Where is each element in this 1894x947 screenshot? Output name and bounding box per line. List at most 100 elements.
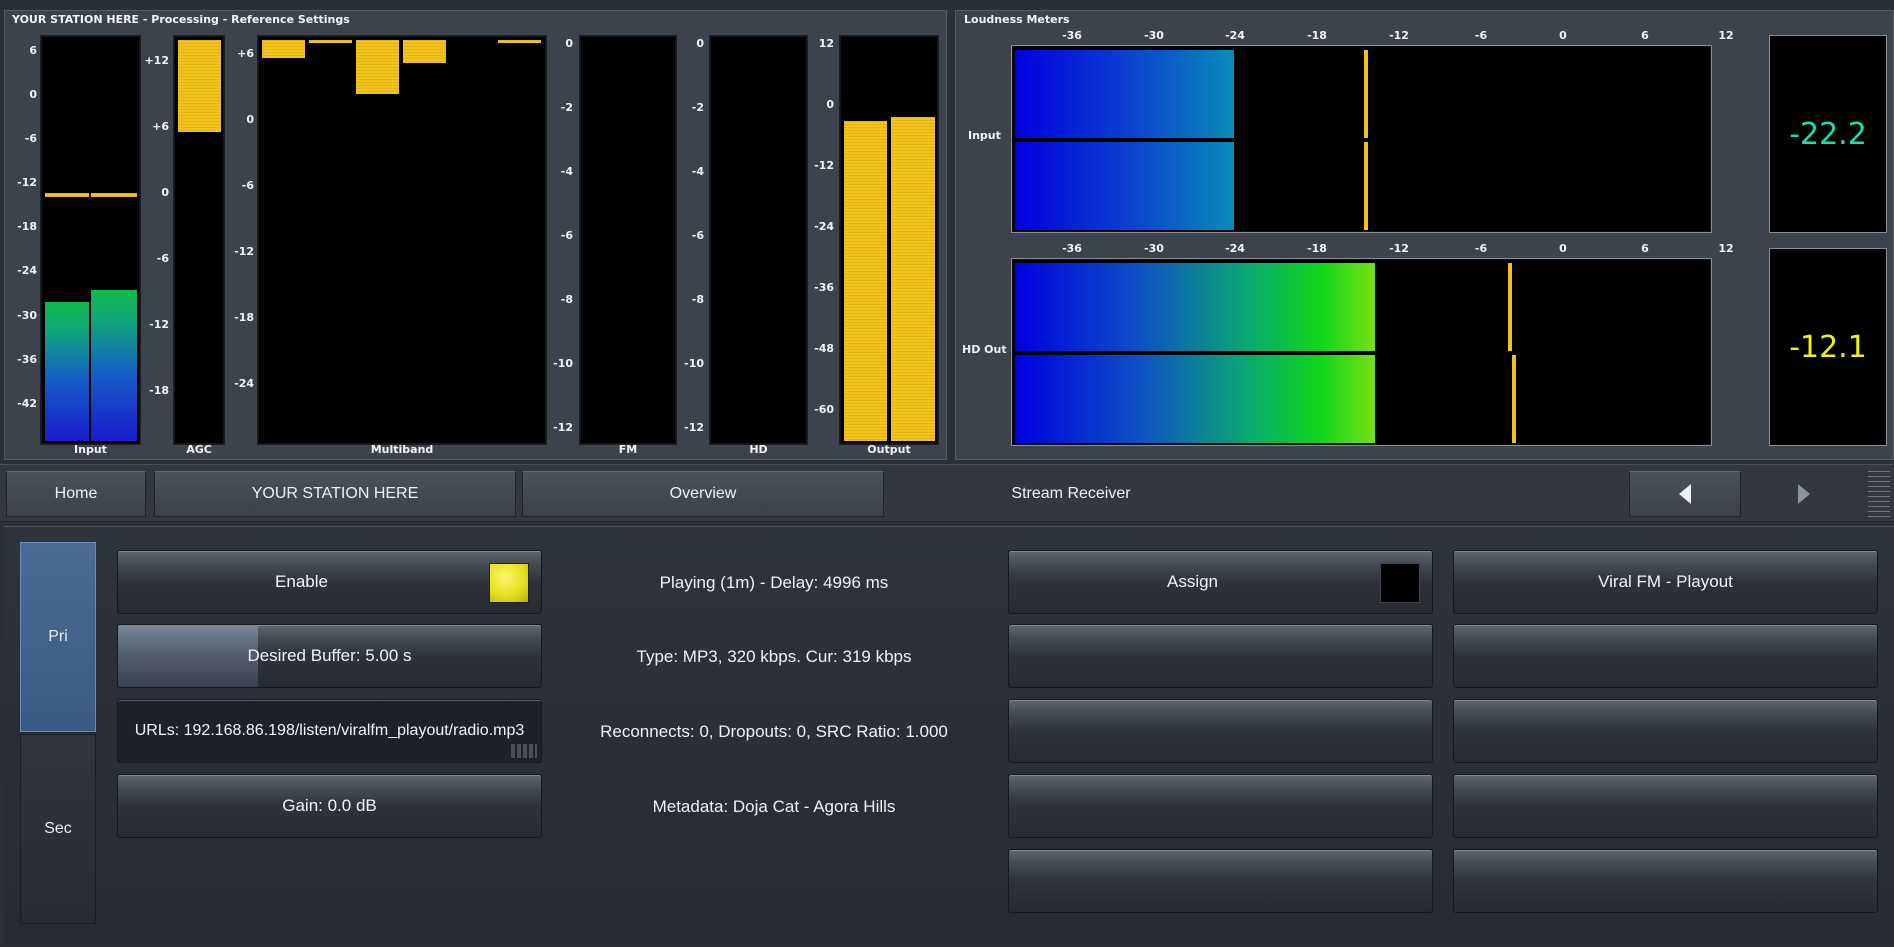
loudness-meters-panel: Loudness Meters -36 -30 -24 -18 -12 -6 0… (955, 10, 1894, 460)
arrow-right-icon (1798, 484, 1810, 504)
loudness-input-bar-left (1015, 50, 1234, 138)
loudness-hd-out-readout: -12.1 (1769, 248, 1887, 446)
fm-tick: -12 (553, 421, 573, 434)
output-meter-display (839, 35, 939, 445)
status-type: Type: MP3, 320 kbps. Cur: 319 kbps (636, 647, 912, 666)
agc-tick: +12 (144, 54, 169, 67)
urls-field[interactable]: URLs: 192.168.86.198/listen/viralfm_play… (117, 699, 542, 763)
tab-pri[interactable]: Pri (20, 542, 96, 732)
buffer-fill (118, 625, 258, 687)
input-peak-left (45, 193, 89, 197)
output-tick: 0 (826, 98, 834, 111)
loudness-scale-tick: -6 (1474, 242, 1488, 255)
fm-meter-label: FM (618, 443, 638, 456)
multiband-meter-label: Multiband (370, 443, 434, 456)
station-button[interactable]: YOUR STATION HERE (154, 471, 516, 517)
arrow-left-icon (1679, 484, 1691, 504)
fm-tick: -10 (553, 357, 573, 370)
hd-tick: -12 (684, 421, 704, 434)
loudness-hd-out-meter (1011, 258, 1712, 446)
hd-tick: -2 (691, 101, 704, 114)
grip-handle-icon[interactable] (1868, 471, 1890, 517)
input-tick: 6 (29, 44, 37, 57)
loudness-scale-tick: -36 (1062, 242, 1082, 255)
loudness-input-peak-left (1364, 50, 1368, 138)
source-viral-fm-button[interactable]: Viral FM - Playout (1453, 550, 1878, 614)
stream-receiver-crumb: Stream Receiver (1011, 485, 1131, 502)
input-tick: -18 (17, 220, 37, 233)
input-bar-right (91, 290, 137, 441)
assign-slot-4[interactable] (1008, 774, 1433, 838)
hd-tick: -8 (691, 293, 704, 306)
loudness-scale-tick: -30 (1144, 242, 1164, 255)
input-tick: -24 (17, 264, 37, 277)
processing-panel-title: YOUR STATION HERE - Processing - Referen… (12, 13, 350, 26)
enable-button[interactable]: Enable (117, 550, 542, 614)
input-tick: -6 (24, 132, 37, 145)
stream-receiver-content: Pri Sec Enable Desired Buffer: 5.00 s UR… (4, 526, 1894, 944)
multiband-tick: -12 (234, 245, 254, 258)
desired-buffer-slider[interactable]: Desired Buffer: 5.00 s (117, 624, 542, 688)
input-peak-right (91, 193, 137, 197)
source-slot-5[interactable] (1453, 849, 1878, 913)
loudness-scale-tick: -36 (1062, 29, 1082, 42)
source-slot-4[interactable] (1453, 774, 1878, 838)
agc-meter-display (173, 35, 225, 445)
hd-tick: 0 (696, 37, 704, 50)
multiband-tick: -24 (234, 377, 254, 390)
loudness-input-value: -22.2 (1789, 116, 1867, 152)
fm-tick: -2 (560, 101, 573, 114)
hd-tick: -10 (684, 357, 704, 370)
tab-sec[interactable]: Sec (20, 734, 96, 924)
loudness-hd-bar-left (1015, 263, 1375, 351)
output-bar-right (891, 117, 935, 441)
urls-label: URLs: 192.168.86.198/listen/viralfm_play… (134, 722, 525, 739)
assign-indicator (1380, 563, 1420, 603)
assign-slot-5[interactable] (1008, 849, 1433, 913)
back-button[interactable] (1629, 471, 1741, 517)
multiband-band-6 (498, 40, 541, 43)
assign-button[interactable]: Assign (1008, 550, 1433, 614)
agc-tick: -12 (149, 318, 169, 331)
hd-meter-label: HD (749, 443, 768, 456)
source-slot-2[interactable] (1453, 624, 1878, 688)
loudness-hd-peak-right (1512, 355, 1516, 443)
output-tick: -60 (814, 403, 834, 416)
agc-bar (178, 40, 221, 132)
loudness-scale-tick: -12 (1389, 29, 1409, 42)
loudness-scale-tick: -24 (1225, 29, 1245, 42)
hd-meter-display (709, 35, 808, 445)
assign-label: Assign (1166, 572, 1219, 591)
assign-slot-2[interactable] (1008, 624, 1433, 688)
hd-tick: -4 (691, 165, 704, 178)
loudness-input-bar-right (1015, 142, 1234, 230)
input-tick: -42 (17, 397, 37, 410)
processing-meters-panel: YOUR STATION HERE - Processing - Referen… (4, 10, 947, 460)
loudness-hd-peak-left (1508, 263, 1512, 351)
agc-meter-label: AGC (186, 443, 212, 456)
input-tick: 0 (29, 88, 37, 101)
output-tick: 12 (818, 37, 834, 50)
output-tick: -12 (814, 159, 834, 172)
fm-meter-display (579, 35, 677, 445)
multiband-tick: +6 (237, 47, 254, 60)
input-tick: -12 (17, 176, 37, 189)
loudness-scale-tick: -12 (1389, 242, 1409, 255)
enable-label: Enable (275, 572, 328, 591)
output-tick: -24 (814, 220, 834, 233)
home-button[interactable]: Home (6, 471, 146, 517)
desired-buffer-label: Desired Buffer: 5.00 s (247, 646, 412, 665)
loudness-scale-tick: -6 (1474, 29, 1488, 42)
gain-button[interactable]: Gain: 0.0 dB (117, 774, 542, 838)
loudness-scale-tick: 0 (1559, 242, 1567, 255)
loudness-hd-out-value: -12.1 (1789, 329, 1867, 365)
multiband-band-1 (262, 40, 305, 58)
assign-slot-3[interactable] (1008, 699, 1433, 763)
forward-button[interactable] (1748, 471, 1860, 517)
loudness-scale-tick: 6 (1641, 242, 1649, 255)
agc-tick: -6 (156, 252, 169, 265)
fm-tick: -8 (560, 293, 573, 306)
overview-button[interactable]: Overview (522, 471, 884, 517)
loudness-scale-tick: -18 (1307, 242, 1327, 255)
source-slot-3[interactable] (1453, 699, 1878, 763)
